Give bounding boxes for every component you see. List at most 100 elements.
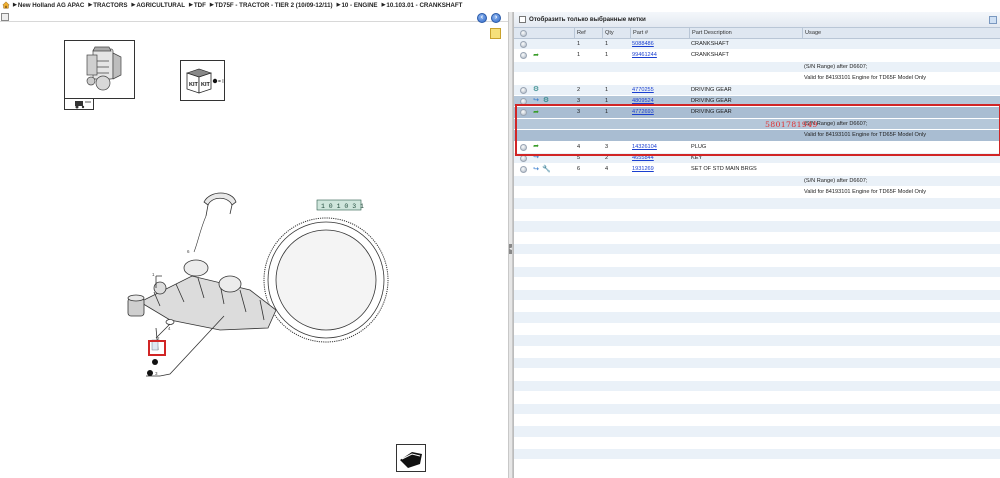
kit-marker-icon [152,359,158,365]
wrench-icon[interactable]: 🔧 [542,166,551,174]
breadcrumb-item-model[interactable]: TD75F - TRACTOR - TIER 2 (10/09-12/11) [215,2,333,9]
row-qty: 1 [605,97,609,104]
row-part-number [630,176,688,186]
header-part[interactable]: Part # [630,28,688,38]
empty-row [514,289,1000,301]
row-icons: ↪ 🔧 [517,164,567,174]
alternate-arrow-icon[interactable]: ↪ [532,166,540,174]
callout-3: 3 [155,371,158,376]
row-select-icon[interactable] [520,41,527,48]
table-body: 1 1 5088486 CRANKSHAFT ➦ 1 1 99461244 CRANKSHAFT… [514,39,1000,472]
alternate-arrow-icon[interactable]: ↪ [532,154,540,162]
expand-icon[interactable] [1,13,9,21]
table-row[interactable]: ↪ 5 2 4655844 KEY [514,152,1000,165]
row-icons: ➦ [517,142,567,152]
replacement-arrow-icon[interactable]: ➦ [532,109,540,117]
callout-1: 1 [152,272,155,277]
row-select-icon[interactable] [520,143,527,151]
row-description: CRANKSHAFT [691,41,729,47]
table-row[interactable]: ➦ 3 1 4772693 DRIVING GEAR [514,107,1000,119]
row-qty: 1 [605,86,609,93]
table-row[interactable]: Valid for 84193101 Engine for TD65F Mode… [514,130,1000,142]
engine-thumbnail[interactable] [64,40,135,99]
row-select-icon[interactable] [520,154,527,162]
row-select-icon[interactable] [520,52,527,60]
forward-icon[interactable]: › [491,13,501,23]
table-row[interactable]: 1 1 5088486 CRANKSHAFT [514,39,1000,51]
table-row[interactable]: (S/N Range) after D6607; [514,175,1000,188]
empty-row [514,460,1000,472]
breadcrumb: ▶ New Holland AG APAC ▶ TRACTORS ▶ AGRIC… [0,0,1000,10]
ref-plate-label: 1 0 1 0 3 1 [321,203,364,210]
table-row[interactable]: (S/N Range) after D6607; [514,118,1000,131]
row-usage [802,96,1000,106]
row-part-number[interactable]: 5088486 [630,39,688,49]
replacement-arrow-icon[interactable]: ➦ [532,52,540,60]
row-description: DRIVING GEAR [691,97,732,104]
row-part-number[interactable]: 4809524 [630,96,688,106]
header-ref[interactable]: Ref [574,28,601,38]
row-qty [602,187,629,197]
breadcrumb-item-brand[interactable]: New Holland AG APAC [18,2,84,9]
table-row[interactable]: ↪ 🔧 6 4 1931269 SET OF STD MAIN BRGS [514,164,1000,176]
row-part-number [630,130,688,140]
row-select-icon[interactable] [520,97,527,105]
table-row[interactable]: Valid for 84193101 Engine for TD65F Mode… [514,73,1000,85]
table-row[interactable]: Valid for 84193101 Engine for TD65F Mode… [514,187,1000,199]
row-part-number[interactable]: 4772693 [630,107,688,117]
notes-icon[interactable] [490,28,501,39]
empty-row [514,380,1000,393]
breadcrumb-arrow-icon: ▶ [131,2,136,8]
breadcrumb-item-engine[interactable]: 10 - ENGINE [341,2,377,9]
callout-4: 4 [168,326,171,331]
row-select-icon[interactable] [520,86,527,94]
row-usage [802,50,1000,60]
row-qty: 1 [605,41,609,47]
row-part-number[interactable]: 4655844 [630,153,688,163]
row-usage [802,85,1000,95]
row-qty [602,176,629,186]
row-usage [802,39,1000,49]
table-row[interactable]: (S/N Range) after D6607; [514,61,1000,74]
show-selected-checkbox[interactable] [519,16,526,23]
replacement-arrow-icon[interactable]: ➦ [532,143,540,151]
breadcrumb-item-tractors[interactable]: TRACTORS [93,2,127,9]
collapse-all-icon[interactable] [520,29,527,37]
diagram-panel: ‹ › KIT KIT = I 1 0 1 0 3 1 6 1 4 2 3 [0,12,508,478]
grid-options-icon[interactable] [989,16,997,24]
table-row[interactable]: ➦ 1 1 99461244 CRANKSHAFT [514,50,1000,62]
row-select-icon[interactable] [520,166,527,174]
row-part-number[interactable]: 14326104 [630,142,688,152]
header-qty[interactable]: Qty [602,28,629,38]
tractor-thumbnail-tab[interactable] [64,99,94,110]
table-row[interactable]: ⚙ 2 1 4770255 DRIVING GEAR [514,84,1000,96]
header-description[interactable]: Part Description [689,28,802,38]
row-ref [574,176,601,186]
row-icons [517,62,567,72]
kit-thumbnail[interactable]: KIT KIT = I [180,60,225,101]
row-description: DRIVING GEAR [691,109,732,116]
row-part-number[interactable]: 4770255 [630,85,688,95]
alternate-arrow-icon[interactable]: ↪ [532,97,540,105]
gear-icon[interactable]: ⚙ [532,86,540,94]
back-icon[interactable]: ‹ [477,13,487,23]
gear-icon[interactable]: ⚙ [542,97,550,105]
row-ref: 3 [577,97,581,104]
header-usage[interactable]: Usage [802,28,1000,38]
empty-row [514,209,1000,222]
row-select-icon[interactable] [520,109,527,117]
collapse-arrow-icon[interactable]: ◂ [509,244,512,254]
breadcrumb-item-agricultural[interactable]: AGRICULTURAL [136,2,185,9]
row-usage [802,107,1000,117]
table-row[interactable]: ↪ ⚙ 3 1 4809524 DRIVING GEAR [514,95,1000,108]
row-description [689,187,802,197]
next-page-arrow-icon[interactable] [396,444,426,472]
breadcrumb-arrow-icon: ▶ [381,2,386,8]
breadcrumb-item-tdf[interactable]: TDF [194,2,206,9]
row-part-number[interactable]: 99461244 [630,50,688,60]
row-part-number[interactable]: 1931269 [630,164,688,174]
table-row[interactable]: ➦ 4 3 14326104 PLUG [514,141,1000,153]
home-icon[interactable] [2,1,10,9]
row-qty: 1 [605,52,609,59]
row-ref [574,187,601,197]
